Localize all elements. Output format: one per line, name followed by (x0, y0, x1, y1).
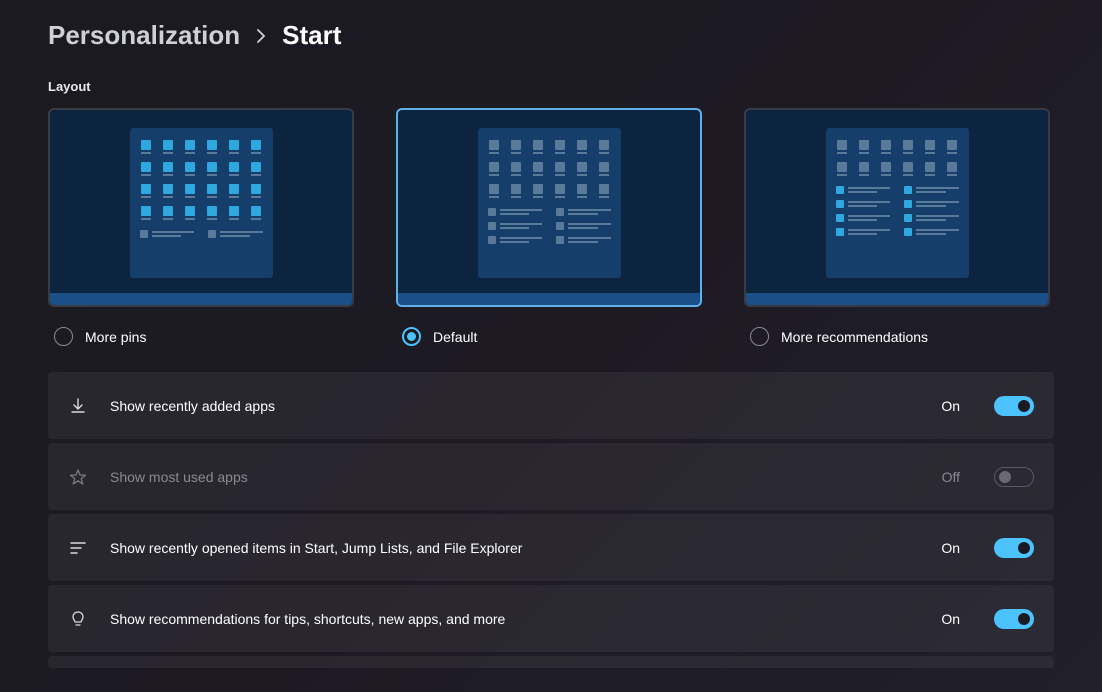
radio-icon (54, 327, 73, 346)
radio-icon (750, 327, 769, 346)
setting-recent-items: Show recently opened items in Start, Jum… (48, 514, 1054, 581)
star-icon (68, 467, 88, 487)
radio-more-pins[interactable]: More pins (48, 327, 354, 346)
download-icon (68, 396, 88, 416)
layout-preview-default (478, 128, 621, 278)
setting-state: On (941, 398, 960, 414)
setting-state: Off (942, 469, 960, 485)
setting-most-used: Show most used apps Off (48, 443, 1054, 510)
toggle-most-used (994, 467, 1034, 487)
setting-label: Show recently opened items in Start, Jum… (110, 540, 919, 556)
radio-label: Default (433, 329, 477, 345)
toggle-recommendations[interactable] (994, 609, 1034, 629)
radio-icon (402, 327, 421, 346)
chevron-right-icon (256, 29, 266, 43)
layout-card-more-pins[interactable] (48, 108, 354, 307)
setting-state: On (941, 611, 960, 627)
setting-label: Show recently added apps (110, 398, 919, 414)
layout-preview-more-recs (826, 128, 969, 278)
breadcrumb-current: Start (282, 20, 341, 51)
list-icon (68, 538, 88, 558)
radio-default[interactable]: Default (396, 327, 702, 346)
setting-state: On (941, 540, 960, 556)
lightbulb-icon (68, 609, 88, 629)
setting-row-partial (48, 656, 1054, 668)
radio-label: More recommendations (781, 329, 928, 345)
setting-label: Show most used apps (110, 469, 920, 485)
layout-radio-group: More pins Default More recommendations (48, 327, 1054, 346)
radio-label: More pins (85, 329, 146, 345)
layout-preview-more-pins (130, 128, 273, 278)
layout-card-default[interactable] (396, 108, 702, 307)
breadcrumb: Personalization Start (48, 20, 1054, 51)
toggle-recent-items[interactable] (994, 538, 1034, 558)
radio-more-recommendations[interactable]: More recommendations (744, 327, 1050, 346)
setting-label: Show recommendations for tips, shortcuts… (110, 611, 919, 627)
setting-recently-added: Show recently added apps On (48, 372, 1054, 439)
layout-card-more-recommendations[interactable] (744, 108, 1050, 307)
toggle-recently-added[interactable] (994, 396, 1034, 416)
layout-card-group (48, 108, 1054, 307)
section-label-layout: Layout (48, 79, 1054, 94)
breadcrumb-parent[interactable]: Personalization (48, 20, 240, 51)
setting-recommendations: Show recommendations for tips, shortcuts… (48, 585, 1054, 652)
settings-list: Show recently added apps On Show most us… (48, 372, 1054, 668)
